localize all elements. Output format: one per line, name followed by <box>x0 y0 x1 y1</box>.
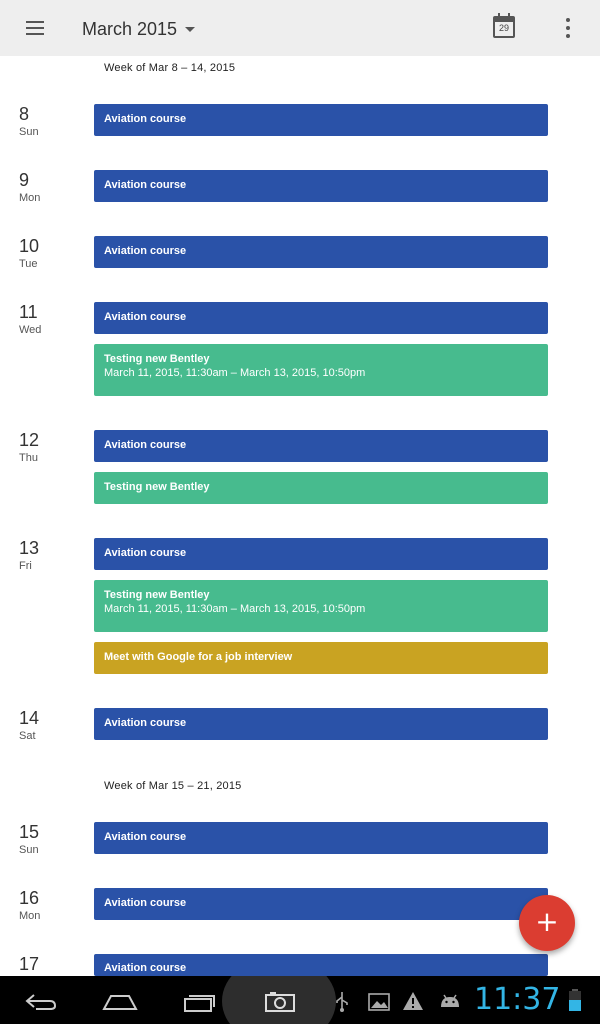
event-aviation-course[interactable]: Aviation course <box>94 104 548 136</box>
event-aviation-course[interactable]: Aviation course <box>94 888 548 920</box>
day-name: Sat <box>19 730 36 742</box>
month-selector[interactable]: March 2015 <box>82 17 196 41</box>
event-title: Testing new Bentley <box>104 353 210 365</box>
event-aviation-course[interactable]: Aviation course <box>94 538 548 570</box>
event-testing-new-bentley[interactable]: Testing new Bentley March 11, 2015, 11:3… <box>94 344 548 396</box>
day-number: 8 <box>19 104 30 124</box>
event-aviation-course[interactable]: Aviation course <box>94 236 548 268</box>
event-testing-new-bentley[interactable]: Testing new Bentley <box>94 472 548 504</box>
event-time: March 11, 2015, 11:30am – March 13, 2015… <box>104 603 366 615</box>
week-header: Week of Mar 15 – 21, 2015 <box>104 780 242 792</box>
app-bar: March 2015 29 <box>0 0 600 56</box>
event-title: Aviation course <box>104 113 187 125</box>
event-title: Aviation course <box>104 311 187 323</box>
day-name: Mon <box>19 192 41 204</box>
event-title: Meet with Google for a job interview <box>104 651 293 663</box>
event-aviation-course[interactable]: Aviation course <box>94 954 548 976</box>
month-title: March 2015 <box>82 18 178 39</box>
menu-icon[interactable] <box>24 18 48 38</box>
camera-icon[interactable] <box>264 990 296 1012</box>
event-title: Aviation course <box>104 439 187 451</box>
home-icon[interactable] <box>102 993 138 1011</box>
day-name: Fri <box>19 560 32 572</box>
event-job-interview[interactable]: Meet with Google for a job interview <box>94 642 548 674</box>
event-title: Aviation course <box>104 245 187 257</box>
android-icon <box>441 994 459 1007</box>
day-name: Wed <box>19 324 42 336</box>
day-number: 10 <box>19 236 40 256</box>
event-title: Testing new Bentley <box>104 589 210 601</box>
back-icon[interactable] <box>24 993 58 1011</box>
battery-icon <box>569 989 581 1011</box>
day-number: 15 <box>19 822 40 842</box>
calendar-today-icon[interactable]: 29 <box>493 13 515 38</box>
day-name: Sun <box>19 126 39 138</box>
usb-icon <box>336 992 348 1012</box>
event-title: Aviation course <box>104 831 187 843</box>
day-number: 16 <box>19 888 40 908</box>
warning-icon <box>403 992 423 1010</box>
more-vert-icon[interactable] <box>562 18 574 38</box>
event-testing-new-bentley[interactable]: Testing new Bentley March 11, 2015, 11:3… <box>94 580 548 632</box>
event-aviation-course[interactable]: Aviation course <box>94 302 548 334</box>
event-aviation-course[interactable]: Aviation course <box>94 430 548 462</box>
event-title: Aviation course <box>104 962 187 974</box>
day-name: Thu <box>19 452 38 464</box>
plus-icon: + <box>535 905 559 938</box>
status-clock: 11:37 <box>474 982 561 1017</box>
day-number: 11 <box>19 302 38 322</box>
day-number: 9 <box>19 170 30 190</box>
image-icon <box>368 993 390 1011</box>
event-aviation-course[interactable]: Aviation course <box>94 708 548 740</box>
today-day-number: 29 <box>498 23 509 33</box>
system-navigation-bar: 11:37 <box>0 976 600 1024</box>
dropdown-caret-icon <box>185 26 196 32</box>
day-number: 13 <box>19 538 40 558</box>
event-title: Aviation course <box>104 547 187 559</box>
day-name: Mon <box>19 910 41 922</box>
event-time: March 11, 2015, 11:30am – March 13, 2015… <box>104 367 366 379</box>
recent-apps-icon[interactable] <box>183 991 217 1013</box>
event-title: Testing new Bentley <box>104 481 210 493</box>
event-aviation-course[interactable]: Aviation course <box>94 170 548 202</box>
add-event-button[interactable]: + <box>519 895 575 951</box>
event-aviation-course[interactable]: Aviation course <box>94 822 548 854</box>
event-title: Aviation course <box>104 897 187 909</box>
event-title: Aviation course <box>104 179 187 191</box>
day-name: Tue <box>19 258 38 270</box>
day-number: 17 <box>19 954 40 974</box>
day-name: Sun <box>19 844 39 856</box>
event-title: Aviation course <box>104 717 187 729</box>
day-number: 12 <box>19 430 40 450</box>
day-number: 14 <box>19 708 40 728</box>
week-header: Week of Mar 8 – 14, 2015 <box>104 62 236 74</box>
